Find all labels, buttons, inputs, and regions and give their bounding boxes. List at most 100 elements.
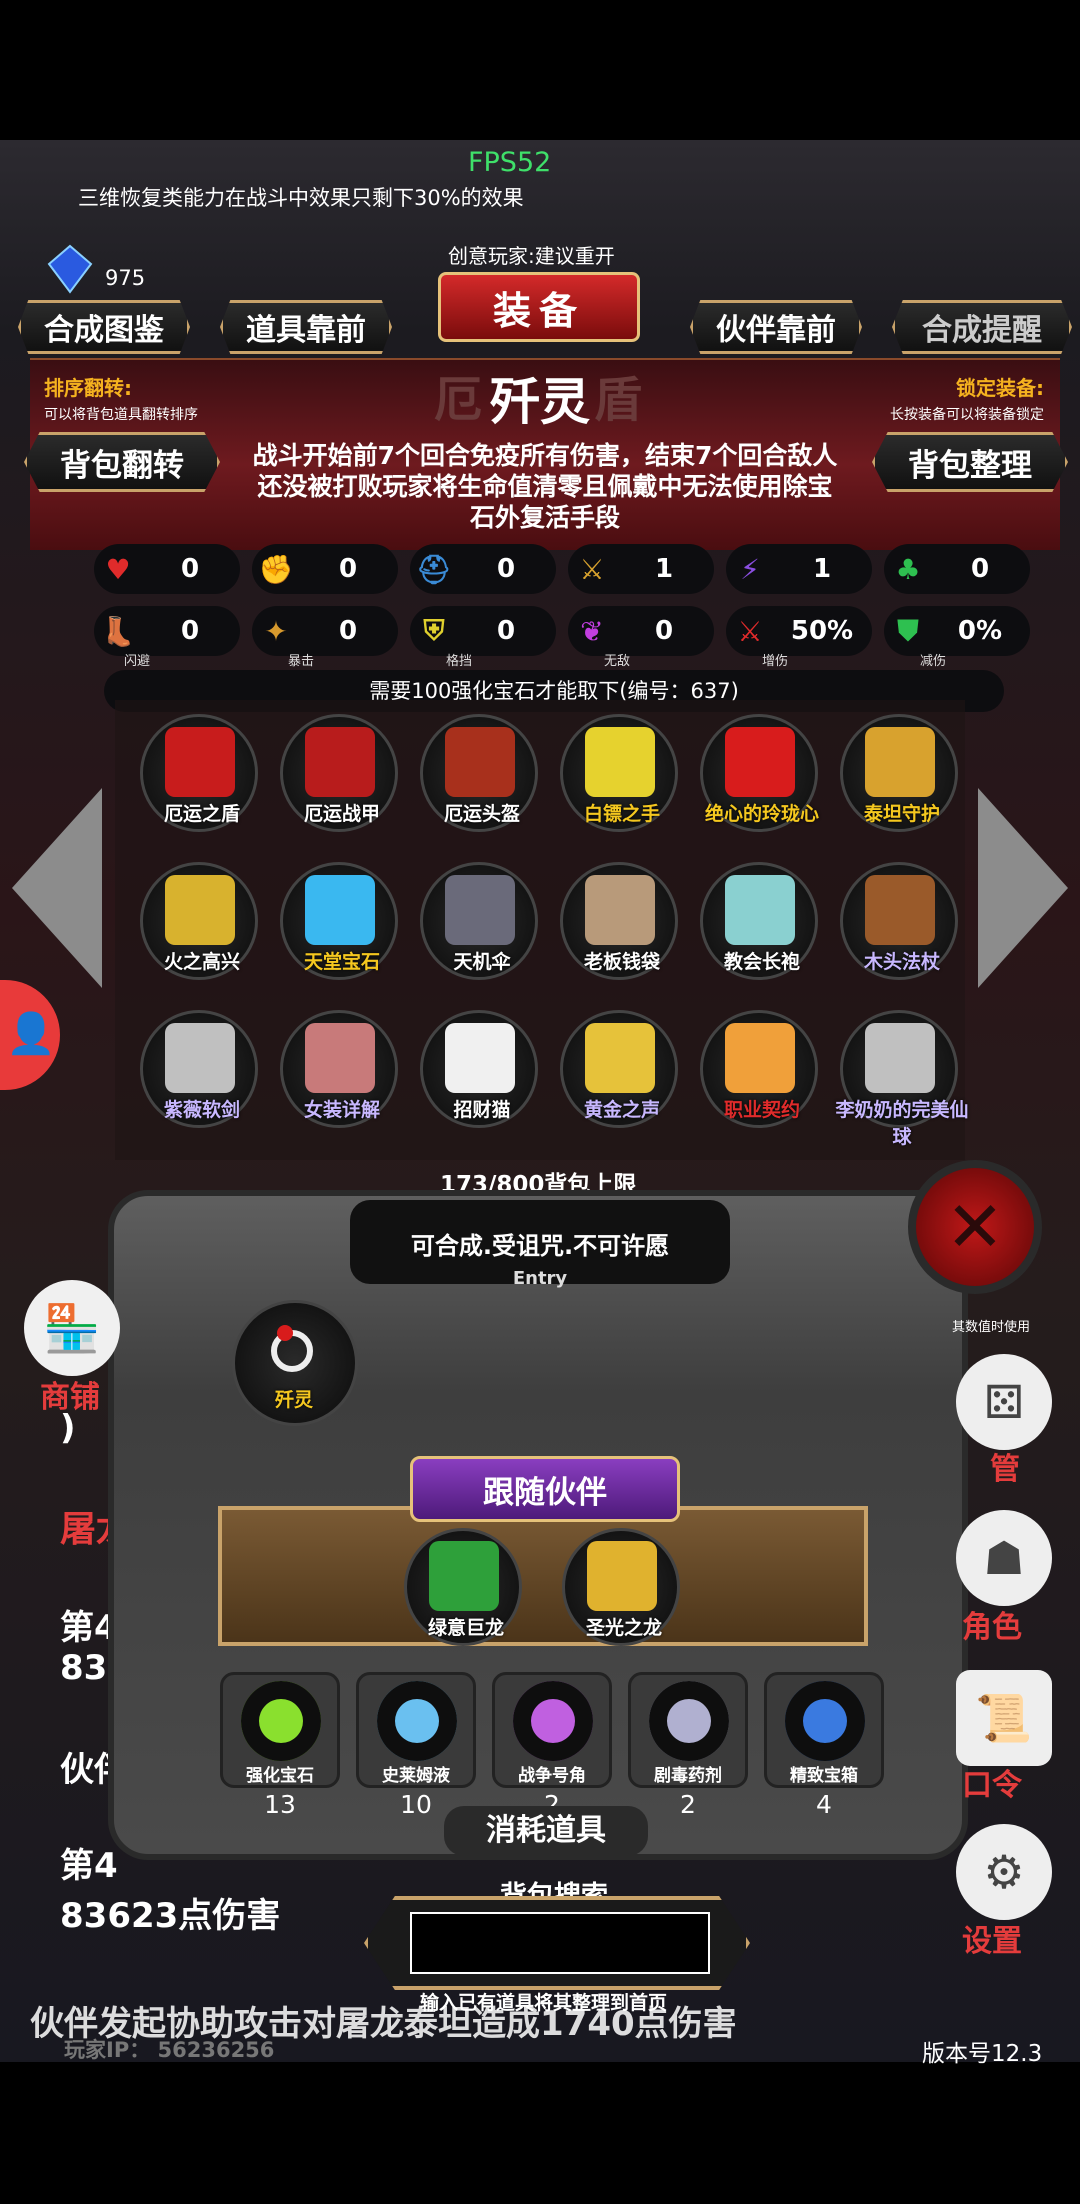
user-icon: 👤 xyxy=(6,1011,56,1057)
lock-equip-desc: 长按装备可以将装备锁定 xyxy=(890,407,1044,423)
entry-label: Entry xyxy=(512,1268,568,1289)
consumable-slot[interactable]: 强化宝石 xyxy=(220,1672,340,1788)
consumable-slot[interactable]: 精致宝箱 xyxy=(764,1672,884,1788)
item-name: 歼灵 xyxy=(490,373,590,431)
inventory-slot[interactable]: 木头法杖 xyxy=(840,862,958,980)
item-label: 火之高兴 xyxy=(163,951,240,973)
shield-icon: ⛨ xyxy=(423,614,445,647)
settings-button[interactable]: ⚙ xyxy=(956,1824,1052,1920)
item-label: 李奶奶的完美仙球 xyxy=(835,1099,969,1148)
dice-button[interactable]: ⚄ xyxy=(956,1354,1052,1450)
stat-label-damage-reduction: 减伤 xyxy=(920,654,947,669)
item-icon xyxy=(305,875,375,945)
consumable-label: 战争号角 xyxy=(518,1766,586,1786)
item-label: 紫薇软剑 xyxy=(163,1099,240,1121)
inventory-slot[interactable]: 教会长袍 xyxy=(700,862,818,980)
fps-counter: FPS52 xyxy=(468,147,552,178)
dice-icon: ⚄ xyxy=(984,1375,1024,1429)
inventory-slot[interactable]: 火之高兴 xyxy=(140,862,258,980)
tab-items-first[interactable]: 道具靠前 xyxy=(220,300,392,354)
inventory-slot[interactable]: 天堂宝石 xyxy=(280,862,398,980)
tab-partner-first[interactable]: 伙伴靠前 xyxy=(690,300,862,354)
item-label: 天机伞 xyxy=(453,951,511,973)
consumable-label: 精致宝箱 xyxy=(790,1766,858,1786)
item-icon xyxy=(305,1023,375,1093)
inventory-slot[interactable]: 厄运战甲 xyxy=(280,714,398,832)
password-label: 口令 xyxy=(962,1768,1022,1803)
dragon-icon xyxy=(429,1541,499,1611)
consumable-icon xyxy=(513,1681,593,1761)
inventory-slot[interactable]: 天机伞 xyxy=(420,862,538,980)
stat-value: 0 xyxy=(654,616,674,646)
version-number: 版本号12.3 xyxy=(922,2041,1043,2067)
item-icon xyxy=(725,875,795,945)
dragon-icon xyxy=(587,1541,657,1611)
shop-button[interactable]: 🏪 xyxy=(24,1280,120,1376)
item-label: 木头法杖 xyxy=(863,951,940,973)
boot-icon: 👢 xyxy=(100,614,136,648)
item-icon xyxy=(865,727,935,797)
close-button[interactable]: ✕ xyxy=(908,1160,1042,1294)
item-name-ghost-left: 厄 xyxy=(434,372,485,428)
item-icon xyxy=(585,727,655,797)
sort-flip-title: 排序翻转: xyxy=(44,376,132,400)
inventory-slot[interactable]: 女装详解 xyxy=(280,1010,398,1128)
stat-damage-boost: ⚔ 50% xyxy=(726,606,872,656)
tab-compose-reminder[interactable]: 合成提醒 xyxy=(892,300,1072,354)
stat-value: 1 xyxy=(654,554,674,584)
bag-search-input[interactable] xyxy=(410,1912,710,1974)
stat-hp: ♥ 0 xyxy=(94,544,240,594)
stat-label-damage-boost: 增伤 xyxy=(762,654,789,669)
inventory-slot[interactable]: 老板钱袋 xyxy=(560,862,678,980)
stat-value: 50% xyxy=(790,616,854,646)
stat-strength: ✊ 0 xyxy=(252,544,398,594)
inventory-slot[interactable]: 厄运之盾 xyxy=(140,714,258,832)
player-ip: 玩家IP： 56236256 xyxy=(64,2038,275,2062)
shop-label: 商铺 xyxy=(40,1380,100,1415)
item-label: 职业契约 xyxy=(723,1099,800,1121)
consumable-count: 13 xyxy=(264,1790,296,1819)
log-line: 第4 xyxy=(60,1846,118,1886)
consumable-count: 2 xyxy=(680,1790,696,1819)
log-line: 83623点伤害 xyxy=(60,1896,281,1936)
character-button[interactable]: ☗ xyxy=(956,1510,1052,1606)
crossed-swords-icon: ⚔ xyxy=(737,614,763,648)
stat-label-crit: 暴击 xyxy=(288,654,315,669)
stat-speed: ⚡ 1 xyxy=(726,544,872,594)
consumable-slot[interactable]: 战争号角 xyxy=(492,1672,612,1788)
flip-bag-button[interactable]: 背包翻转 xyxy=(24,432,220,492)
consumable-slot[interactable]: 剧毒药剂 xyxy=(628,1672,748,1788)
partner-slot-2[interactable]: 圣光之龙 xyxy=(562,1528,680,1646)
heart-icon: ♥ xyxy=(105,552,131,586)
tab-compose-codex[interactable]: 合成图鉴 xyxy=(18,300,190,354)
inventory-slot[interactable]: 招财猫 xyxy=(420,1010,538,1128)
inventory-slot[interactable]: 黄金之声 xyxy=(560,1010,678,1128)
stat-value: 1 xyxy=(812,554,832,584)
password-button[interactable]: 📜 xyxy=(956,1670,1052,1766)
lightning-icon: ⚡ xyxy=(740,552,760,586)
notice-text: 三维恢复类能力在战斗中效果只剩下30%的效果 xyxy=(78,186,524,210)
equipped-item-slot[interactable]: 歼灵 xyxy=(232,1300,358,1426)
stat-value: 0 xyxy=(338,554,358,584)
helmet-icon: ⛑ xyxy=(416,552,452,586)
follow-partner-title: 跟随伙伴 xyxy=(410,1456,680,1522)
partner-name: 绿意巨龙 xyxy=(427,1617,504,1639)
inventory-slot[interactable]: 泰坦守护 xyxy=(840,714,958,832)
stat-value: 0 xyxy=(496,616,516,646)
inventory-slot[interactable]: 白镖之手 xyxy=(560,714,678,832)
inventory-slot[interactable]: 厄运头盔 xyxy=(420,714,538,832)
inventory-slot[interactable]: 李奶奶的完美仙球 xyxy=(835,1010,969,1148)
inventory-slot[interactable]: 绝心的玲珑心 xyxy=(700,714,819,832)
consumable-slot[interactable]: 史莱姆液 xyxy=(356,1672,476,1788)
shop-icon: 🏪 xyxy=(43,1300,101,1355)
item-label: 女装详解 xyxy=(303,1099,380,1121)
inventory-slot[interactable]: 紫薇软剑 xyxy=(140,1010,258,1128)
stat-value: 0 xyxy=(970,554,990,584)
consumable-icon xyxy=(377,1681,457,1761)
stat-crit: ✦ 0 xyxy=(252,606,398,656)
sort-bag-button[interactable]: 背包整理 xyxy=(872,432,1068,492)
item-label: 招财猫 xyxy=(453,1099,511,1121)
inventory-slot[interactable]: 职业契约 xyxy=(700,1010,818,1128)
stat-value: 0 xyxy=(180,554,200,584)
partner-slot-1[interactable]: 绿意巨龙 xyxy=(404,1528,522,1646)
